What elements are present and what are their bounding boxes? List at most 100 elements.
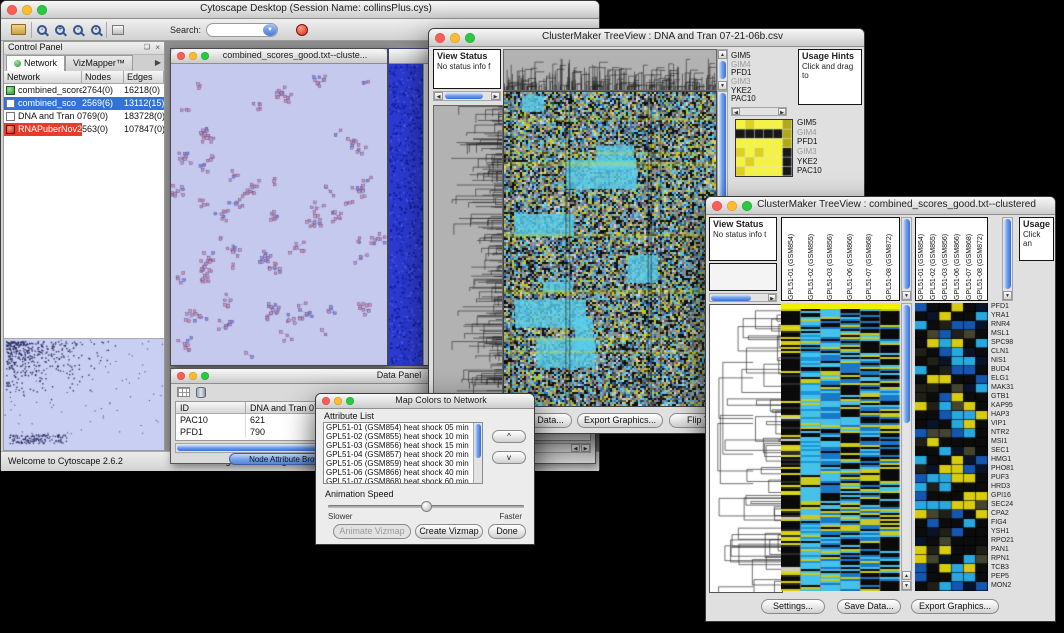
scroll-up-icon[interactable]: ▲ [718,50,727,59]
table-row-selected[interactable]: combined_sco 2569(6) 13112(15) [4,97,164,110]
gene-label[interactable]: ELG1 [991,375,1018,384]
scroll-down-icon[interactable]: ▼ [902,291,911,300]
attribute-list-item[interactable]: GPL51-01 (GSM854) heat shock 05 min [324,423,482,432]
treeview-combined-titlebar[interactable]: ClusterMaker TreeView : combined_scores_… [706,197,1055,215]
attribute-list-item[interactable]: GPL51-02 (GSM855) heat shock 10 min [324,432,482,441]
gene-label[interactable]: SPC98 [991,339,1018,348]
close-panel-icon[interactable]: × [155,43,160,52]
nav-thumbnail-box[interactable] [709,263,777,291]
close-button[interactable] [322,397,330,405]
close-button[interactable] [7,5,17,15]
gene-label[interactable]: RPN1 [991,555,1018,564]
gene-label[interactable]: RNR4 [991,321,1018,330]
column-header[interactable]: GPL51-03 (GSM856) [821,218,841,300]
animation-speed-slider[interactable] [328,505,524,508]
gene-label[interactable]: NIS1 [991,357,1018,366]
gene-label[interactable]: PEP5 [991,573,1018,582]
gene-label[interactable]: VIP1 [991,420,1018,429]
export-graphics-button[interactable]: Export Graphics... [577,413,663,428]
gene-label[interactable]: GIM3 [797,147,831,157]
gene-label[interactable]: BUD4 [991,366,1018,375]
gene-label[interactable]: PHO81 [991,465,1018,474]
minimize-button[interactable] [727,201,737,211]
scrollbar-thumb[interactable] [445,93,483,99]
column-header[interactable]: GPL51-08 (GSM872) [975,218,987,300]
search-input[interactable]: ▼ [206,23,278,37]
slider-thumb[interactable] [421,501,432,512]
zoom-header-scrollbar[interactable]: ▼ [1002,217,1013,301]
gene-label[interactable]: YRA1 [991,312,1018,321]
gene-label[interactable]: PFD1 [731,68,765,77]
gene-label[interactable]: YKE2 [731,86,765,95]
column-header[interactable]: GPL51-07 (GSM868) [860,218,880,300]
zoom-button[interactable] [346,397,354,405]
gene-label[interactable]: YSH1 [991,528,1018,537]
list-scrollbar[interactable] [473,423,482,483]
column-header[interactable]: GPL51-02 (GSM855) [802,218,822,300]
zoom-fit-icon[interactable]: ▫ [73,25,83,35]
gene-label[interactable]: TCB3 [991,564,1018,573]
gene-label[interactable]: HRD3 [991,483,1018,492]
zoom-scrollbar[interactable]: ◀ ▶ [731,107,787,116]
attribute-list-item[interactable]: GPL51-07 (GSM868) heat shock 60 min [324,477,482,484]
gene-label[interactable]: GIM5 [797,118,831,128]
gene-label[interactable]: MSI1 [991,438,1018,447]
gene-label[interactable]: GTB1 [991,393,1018,402]
col-id[interactable]: ID [176,402,246,414]
save-data-button[interactable]: Save Data... [837,599,901,614]
gene-label[interactable]: PAC10 [797,166,831,176]
attribute-listbox[interactable]: GPL51-01 (GSM854) heat shock 05 minGPL51… [323,422,483,484]
export-graphics-button[interactable]: Export Graphics... [911,599,999,614]
network-list-area[interactable] [4,136,164,338]
scrollbar-thumb[interactable] [903,219,910,289]
zoom-matrix-canvas[interactable] [735,119,793,177]
search-dropdown-icon[interactable]: ▼ [263,24,277,36]
scrollbar-thumb[interactable] [903,305,910,423]
gene-label[interactable]: GIM4 [797,128,831,138]
scroll-right-icon[interactable]: ▶ [491,92,500,100]
table-row[interactable]: DNA and Tran 07 769(0) 183728(0) [4,110,164,123]
row-dendrogram-canvas[interactable] [709,304,783,593]
zoom-out-icon[interactable]: - [37,25,47,35]
global-heatmap-canvas[interactable] [781,309,900,591]
move-down-button[interactable]: v [492,451,526,464]
tab-vizmapper[interactable]: VizMapper™ [65,55,133,71]
scrollbar-thumb[interactable] [1004,219,1011,289]
tab-network[interactable]: Network [6,55,65,71]
global-heatmap-canvas[interactable] [503,91,717,407]
nav-scrollbar[interactable]: ▶ [709,293,777,302]
column-header[interactable]: GPL51-03 (GSM856) [940,218,952,300]
scrollbar-thumb[interactable] [711,295,751,301]
minimize-button[interactable] [189,372,197,380]
scroll-down-icon[interactable]: ▼ [718,81,727,90]
treeview-dna-titlebar[interactable]: ClusterMaker TreeView : DNA and Tran 07-… [429,29,864,47]
table-row[interactable]: RNAPuberNov2+ 563(0) 107847(0) [4,123,164,136]
settings-button[interactable]: Settings... [761,599,825,614]
column-header[interactable]: GPL51-06 (GSM866) [841,218,861,300]
gene-label[interactable]: GPI16 [991,492,1018,501]
gene-label[interactable]: MAK31 [991,384,1018,393]
col-nodes[interactable]: Nodes [82,71,124,84]
attribute-list-item[interactable]: GPL51-05 (GSM859) heat shock 30 min [324,459,482,468]
column-header[interactable]: GPL51-07 (GSM868) [963,218,975,300]
scrollbar-thumb[interactable] [719,61,726,79]
gene-label[interactable]: CPA2 [991,510,1018,519]
attribute-list-item[interactable]: GPL51-03 (GSM856) heat shock 15 min [324,441,482,450]
column-header[interactable]: GPL51-02 (GSM855) [928,218,940,300]
gene-label[interactable]: PAN1 [991,546,1018,555]
close-button[interactable] [177,372,185,380]
open-session-icon[interactable] [11,24,26,35]
header-scrollbar[interactable]: ▼ [901,217,912,301]
gene-label[interactable]: RPO21 [991,537,1018,546]
minimize-button[interactable] [450,33,460,43]
scroll-left-icon[interactable]: ◀ [571,444,580,452]
column-header[interactable]: GPL51-01 (GSM854) [782,218,802,300]
create-vizmap-button[interactable]: Create Vizmap [415,524,483,539]
map-colors-titlebar[interactable]: Map Colors to Network [316,394,534,409]
gene-label[interactable]: CLN1 [991,348,1018,357]
network-graph-canvas[interactable] [171,64,387,365]
minimize-button[interactable] [189,52,197,60]
database-icon[interactable] [196,387,206,398]
scroll-right-icon[interactable]: ▶ [778,108,786,115]
table-icon[interactable] [177,387,190,397]
